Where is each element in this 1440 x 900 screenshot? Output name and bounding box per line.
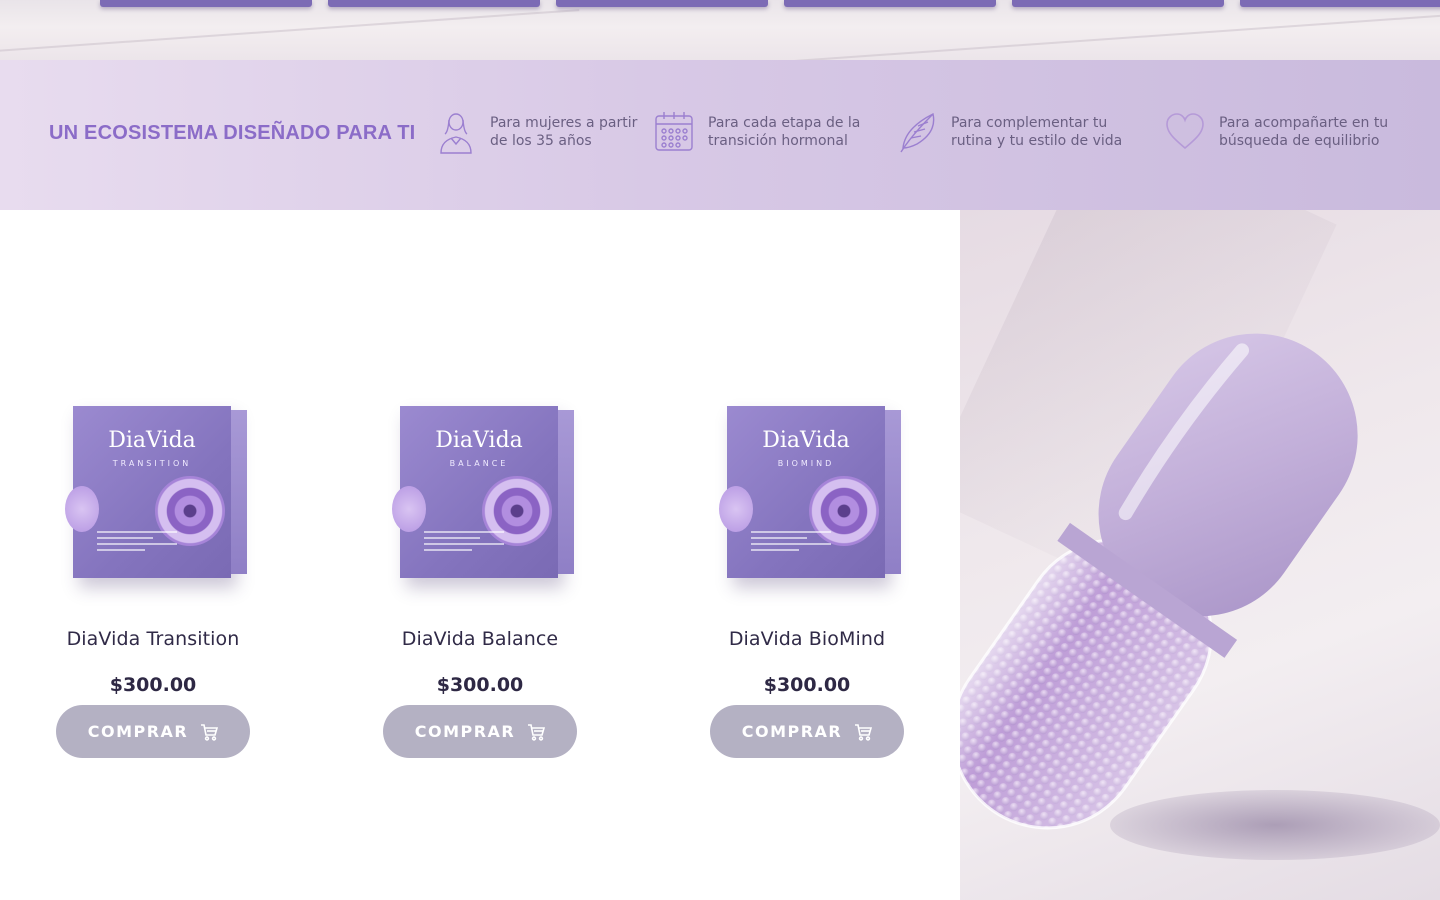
product-card: DiaVida TRANSITION DiaVida Transition $3… [53, 390, 253, 758]
feature-text: Para complementar tu rutina y tu estilo … [951, 115, 1123, 149]
product-name[interactable]: DiaVida BioMind [707, 628, 907, 650]
buy-button-label: COMPRAR [414, 722, 516, 741]
woman-icon [440, 113, 472, 154]
feature-routine: Para complementar tu rutina y tu estilo … [897, 110, 1151, 154]
strip-box [328, 0, 540, 7]
ecosystem-banner: UN ECOSISTEMA DISEÑADO PARA TI Para muje… [0, 60, 1440, 210]
box-brand: DiaVida [435, 428, 523, 453]
feature-text: Para cada etapa de la transición hormona… [708, 115, 861, 149]
feature-text: Para acompañarte en tu búsqueda de equil… [1219, 115, 1389, 149]
strip-box [784, 0, 996, 7]
strip-box [556, 0, 768, 7]
feature-balance: Para acompañarte en tu búsqueda de equil… [1165, 110, 1389, 154]
product-name[interactable]: DiaVida Transition [53, 628, 253, 650]
banner-title: UN ECOSISTEMA DISEÑADO PARA TI [49, 122, 416, 144]
product-price: $300.00 [109, 674, 197, 696]
heart-icon [1166, 113, 1204, 150]
box-subtitle: TRANSITION [112, 459, 192, 468]
product-price: $300.00 [763, 674, 851, 696]
capsule-graphic [960, 333, 1358, 830]
top-product-strip [0, 0, 1440, 60]
cart-icon [528, 723, 546, 741]
strip-box [1240, 0, 1440, 7]
buy-button[interactable]: COMPRAR [56, 705, 250, 758]
feature-women-35: Para mujeres a partir de los 35 años [436, 110, 650, 154]
product-price: $300.00 [436, 674, 524, 696]
buy-button-label: COMPRAR [87, 722, 189, 741]
product-image[interactable]: DiaVida BIOMIND [707, 390, 907, 590]
strip-box [100, 0, 312, 7]
buy-button[interactable]: COMPRAR [710, 705, 904, 758]
buy-button-label: COMPRAR [741, 722, 843, 741]
box-subtitle: BIOMIND [777, 459, 835, 468]
products-section: DiaVida TRANSITION DiaVida Transition $3… [0, 210, 960, 900]
product-card: DiaVida BIOMIND DiaVida BioMind $300.00 … [707, 390, 907, 758]
feature-hormonal-stage: Para cada etapa de la transición hormona… [654, 110, 868, 154]
cart-icon [201, 723, 219, 741]
feather-icon [900, 112, 935, 153]
calendar-icon [655, 112, 693, 151]
box-subtitle: BALANCE [449, 459, 509, 468]
buy-button[interactable]: COMPRAR [383, 705, 577, 758]
product-image[interactable]: DiaVida TRANSITION [53, 390, 253, 590]
box-brand: DiaVida [762, 428, 850, 453]
feature-text: Para mujeres a partir de los 35 años [490, 115, 638, 149]
box-brand: DiaVida [108, 428, 196, 453]
product-name[interactable]: DiaVida Balance [380, 628, 580, 650]
product-card: DiaVida BALANCE DiaVida Balance $300.00 … [380, 390, 580, 758]
strip-box [1012, 0, 1224, 7]
cart-icon [855, 723, 873, 741]
capsule-image [960, 210, 1440, 900]
product-image[interactable]: DiaVida BALANCE [380, 390, 580, 590]
